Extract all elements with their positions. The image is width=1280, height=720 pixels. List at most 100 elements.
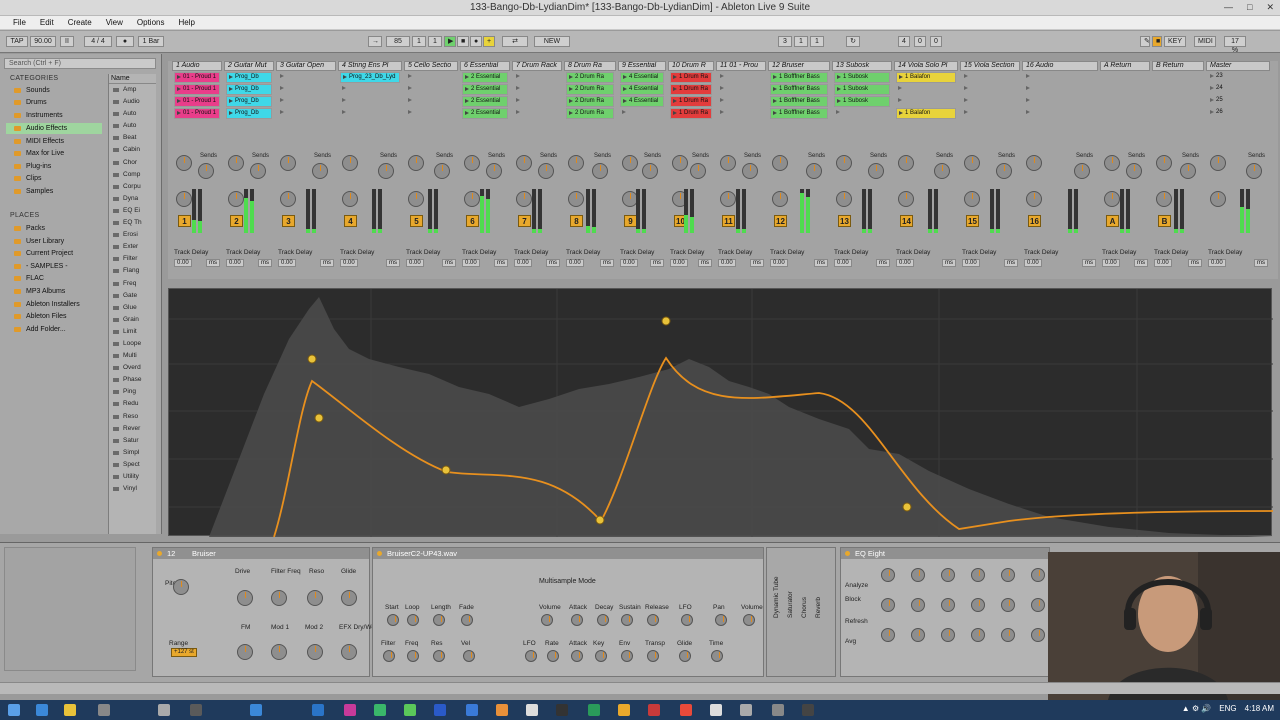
clip-slot[interactable] bbox=[340, 96, 400, 107]
eq-band-knob[interactable] bbox=[881, 598, 895, 612]
browser-list-item[interactable]: Comp bbox=[109, 169, 156, 181]
place-flac[interactable]: FLAC bbox=[6, 273, 102, 284]
clip-slot[interactable]: 1 Subosk bbox=[834, 84, 890, 95]
track-delay-value[interactable]: 0.00 bbox=[514, 259, 532, 267]
eq-band-knob[interactable] bbox=[911, 628, 925, 642]
browser-list-item[interactable]: Beat bbox=[109, 132, 156, 144]
clip-slot[interactable]: 4 Essential bbox=[620, 84, 664, 95]
send-b-knob[interactable] bbox=[1126, 163, 1142, 179]
send-a-knob[interactable] bbox=[836, 155, 852, 171]
clip-slot[interactable] bbox=[278, 84, 334, 95]
browser-list-item[interactable]: EQ Ei bbox=[109, 205, 156, 217]
category-sounds[interactable]: Sounds bbox=[6, 85, 102, 96]
send-b-knob[interactable] bbox=[642, 163, 658, 179]
app-icon[interactable] bbox=[250, 704, 262, 716]
macro-reso-knob[interactable] bbox=[307, 590, 323, 606]
time-signature-field[interactable]: 4 / 4 bbox=[84, 36, 112, 47]
app-icon[interactable] bbox=[648, 704, 660, 716]
track-title[interactable]: 16 Audio bbox=[1022, 61, 1098, 71]
clip-slot[interactable] bbox=[962, 108, 1018, 119]
browser-list-item[interactable]: Overd bbox=[109, 362, 156, 374]
track-title[interactable]: 11 01 - Prou bbox=[716, 61, 766, 71]
track-title[interactable]: 12 Bruiser bbox=[768, 61, 830, 71]
send-a-knob[interactable] bbox=[1104, 155, 1120, 171]
browser-list-item[interactable]: Erosi bbox=[109, 229, 156, 241]
sampler-param-knob[interactable] bbox=[383, 650, 395, 662]
track-delay-value[interactable]: 0.00 bbox=[226, 259, 244, 267]
track-title[interactable]: Master bbox=[1206, 61, 1270, 71]
macro-efx-knob[interactable] bbox=[341, 644, 357, 660]
clip-slot[interactable]: 2 Drum Ra bbox=[566, 108, 614, 119]
track-activator-button[interactable]: 6 bbox=[466, 215, 479, 227]
send-b-knob[interactable] bbox=[1246, 163, 1262, 179]
clip-slot[interactable] bbox=[1024, 96, 1096, 107]
category-audio-effects[interactable]: Audio Effects bbox=[6, 123, 102, 134]
nudge-button[interactable]: II bbox=[60, 36, 74, 47]
eq-curve-graph[interactable] bbox=[169, 289, 1274, 538]
clip-slot[interactable] bbox=[1024, 84, 1096, 95]
sampler-param-knob[interactable] bbox=[597, 614, 609, 626]
eq-band-knob[interactable] bbox=[911, 598, 925, 612]
clip-slot[interactable] bbox=[514, 108, 560, 119]
sampler-param-knob[interactable] bbox=[715, 614, 727, 626]
send-a-knob[interactable] bbox=[1210, 155, 1226, 171]
menu-create[interactable]: Create bbox=[61, 18, 99, 27]
app-icon[interactable] bbox=[404, 704, 416, 716]
reverb-label[interactable]: Reverb bbox=[815, 597, 822, 618]
app-icon[interactable] bbox=[312, 704, 324, 716]
clip-slot[interactable] bbox=[1024, 72, 1096, 83]
quantize-menu[interactable]: 1 Bar bbox=[138, 36, 164, 47]
macro-glide-knob[interactable] bbox=[341, 590, 357, 606]
sampler-param-knob[interactable] bbox=[647, 614, 659, 626]
eq-band-knob[interactable] bbox=[941, 568, 955, 582]
send-b-knob[interactable] bbox=[934, 163, 950, 179]
clip-slot[interactable] bbox=[514, 96, 560, 107]
browser-list-item[interactable]: EQ Th bbox=[109, 217, 156, 229]
clip-slot[interactable]: 1 Drum Ra bbox=[670, 108, 712, 119]
clip-slot[interactable]: 01 - Proud 1 bbox=[174, 72, 220, 83]
track-delay-value[interactable]: 0.00 bbox=[962, 259, 980, 267]
clip-slot[interactable]: 1 Subosk bbox=[834, 96, 890, 107]
clip-slot[interactable]: 01 - Proud 1 bbox=[174, 84, 220, 95]
category-clips[interactable]: Clips bbox=[6, 173, 102, 184]
app-icon[interactable] bbox=[158, 704, 170, 716]
clip-slot[interactable]: 2 Essential bbox=[462, 96, 508, 107]
app-icon[interactable] bbox=[556, 704, 568, 716]
eq-band-knob[interactable] bbox=[1031, 628, 1045, 642]
send-a-knob[interactable] bbox=[408, 155, 424, 171]
track-activator-button[interactable]: 14 bbox=[900, 215, 913, 227]
browser-list-item[interactable]: Corpu bbox=[109, 181, 156, 193]
clip-slot[interactable] bbox=[718, 108, 764, 119]
track-activator-button[interactable]: 3 bbox=[282, 215, 295, 227]
sampler-param-knob[interactable] bbox=[407, 614, 419, 626]
app-icon[interactable] bbox=[190, 704, 202, 716]
track-activator-button[interactable]: 7 bbox=[518, 215, 531, 227]
track-title[interactable]: B Return bbox=[1152, 61, 1204, 71]
clip-slot[interactable]: Prog_Db bbox=[226, 108, 272, 119]
clip-slot[interactable] bbox=[406, 84, 456, 95]
clip-slot[interactable]: 23 bbox=[1208, 72, 1268, 83]
macro-mod1-knob[interactable] bbox=[271, 644, 287, 660]
clip-slot[interactable] bbox=[1024, 108, 1096, 119]
clip-slot[interactable]: 26 bbox=[1208, 108, 1268, 119]
explorer-icon[interactable] bbox=[64, 704, 76, 716]
track-title[interactable]: 13 Subosk bbox=[832, 61, 892, 71]
macro-filter-knob[interactable] bbox=[271, 590, 287, 606]
clip-slot[interactable]: 1 Balafon bbox=[896, 108, 956, 119]
browser-list-item[interactable]: Reso bbox=[109, 411, 156, 423]
track-delay-value[interactable]: 0.00 bbox=[670, 259, 688, 267]
send-b-knob[interactable] bbox=[1180, 163, 1196, 179]
eq-eight-header[interactable]: EQ Eight bbox=[841, 548, 1049, 559]
eq-band-knob[interactable] bbox=[1031, 598, 1045, 612]
macro-drive-knob[interactable] bbox=[237, 590, 253, 606]
send-b-knob[interactable] bbox=[198, 163, 214, 179]
send-b-knob[interactable] bbox=[742, 163, 758, 179]
clip-slot[interactable] bbox=[278, 96, 334, 107]
sampler-param-knob[interactable] bbox=[621, 614, 633, 626]
browser-list-item[interactable]: Freq bbox=[109, 278, 156, 290]
send-b-knob[interactable] bbox=[806, 163, 822, 179]
loop-start-sixteenth[interactable]: 1 bbox=[810, 36, 824, 47]
browser-list-item[interactable]: Grain bbox=[109, 314, 156, 326]
menu-file[interactable]: File bbox=[6, 18, 33, 27]
track-delay-value[interactable]: 0.00 bbox=[1154, 259, 1172, 267]
